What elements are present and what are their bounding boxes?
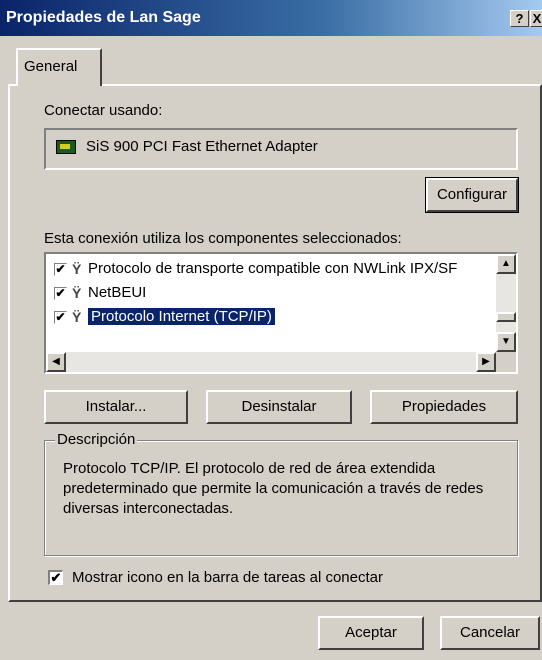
install-button[interactable]: Instalar... — [44, 390, 188, 424]
network-protocol-icon: Ÿ — [72, 309, 82, 325]
network-protocol-icon: Ÿ — [72, 285, 82, 301]
horizontal-scrollbar[interactable]: ◀ ▶ — [46, 352, 496, 372]
uninstall-button[interactable]: Desinstalar — [206, 390, 352, 424]
title-bar[interactable]: Propiedades de Lan Sage ? X — [0, 0, 542, 36]
scroll-left-icon[interactable]: ◀ — [46, 352, 66, 372]
description-legend: Descripción — [55, 431, 138, 448]
components-list[interactable]: ✔ Ÿ Protocolo de transporte compatible c… — [44, 252, 518, 374]
item-label: NetBEUI — [88, 284, 147, 301]
scroll-corner — [496, 352, 516, 372]
vertical-scrollbar[interactable]: ▲ ▼ — [496, 254, 516, 352]
connect-using-label: Conectar usando: — [44, 102, 163, 119]
adapter-field: SiS 900 PCI Fast Ethernet Adapter — [44, 128, 518, 170]
components-label: Esta conexión utiliza los componentes se… — [44, 230, 402, 247]
ok-button[interactable]: Aceptar — [318, 616, 424, 650]
properties-button[interactable]: Propiedades — [370, 390, 518, 424]
show-icon-label[interactable]: Mostrar icono en la barra de tareas al c… — [72, 569, 383, 586]
network-card-icon — [56, 140, 76, 154]
description-group: Descripción Protocolo TCP/IP. El protoco… — [44, 431, 518, 556]
item-label: Protocolo Internet (TCP/IP) — [88, 308, 275, 325]
configure-button[interactable]: Configurar — [425, 177, 519, 213]
scroll-down-icon[interactable]: ▼ — [496, 332, 516, 352]
help-button[interactable]: ? — [510, 10, 529, 27]
scroll-right-icon[interactable]: ▶ — [476, 352, 496, 372]
description-text: Protocolo TCP/IP. El protocolo de red de… — [63, 460, 484, 517]
window-title: Propiedades de Lan Sage — [6, 9, 201, 26]
item-checkbox[interactable]: ✔ — [54, 263, 67, 276]
item-checkbox[interactable]: ✔ — [54, 287, 67, 300]
show-icon-checkbox[interactable]: ✔ — [48, 570, 63, 585]
scroll-thumb[interactable] — [496, 312, 516, 322]
item-checkbox[interactable]: ✔ — [54, 311, 67, 324]
cancel-button[interactable]: Cancelar — [440, 616, 540, 650]
item-label: Protocolo de transporte compatible con N… — [88, 260, 458, 277]
scroll-up-icon[interactable]: ▲ — [496, 254, 516, 274]
close-button[interactable]: X — [530, 10, 542, 27]
tab-general-label: General — [24, 58, 78, 75]
adapter-name: SiS 900 PCI Fast Ethernet Adapter — [86, 138, 318, 155]
network-protocol-icon: Ÿ — [72, 261, 82, 277]
tab-general[interactable]: General — [16, 48, 102, 86]
